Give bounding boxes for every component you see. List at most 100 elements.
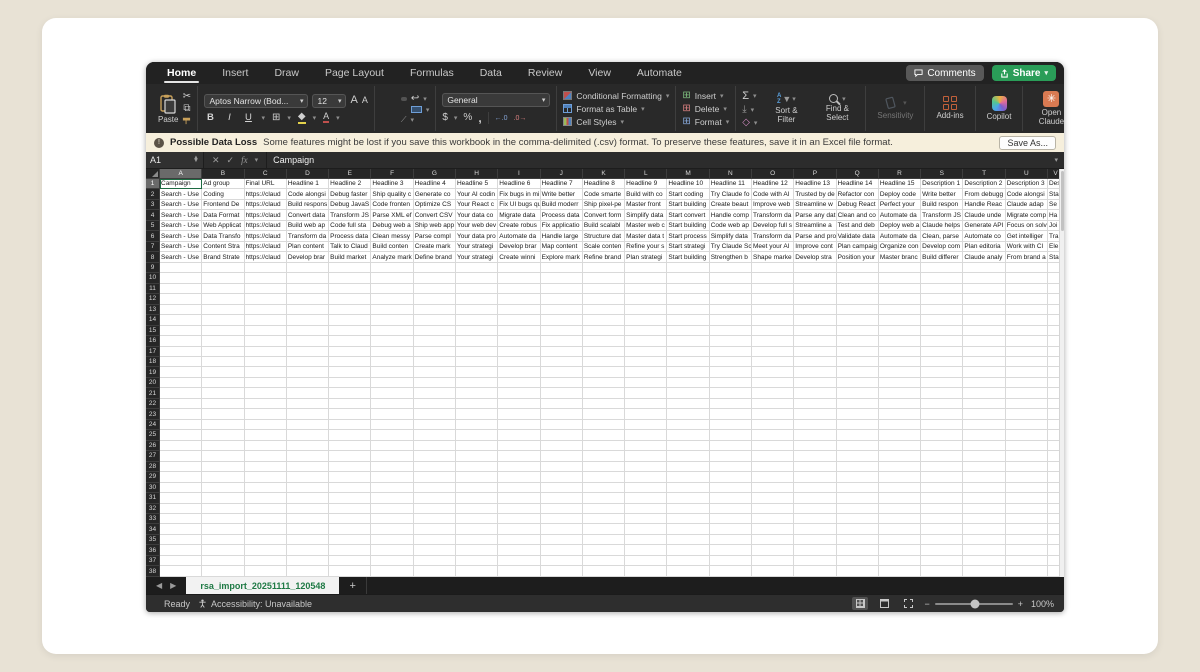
cell-N19[interactable]: [710, 367, 752, 377]
cell-L23[interactable]: [625, 409, 667, 419]
cell-E10[interactable]: [329, 273, 371, 283]
cell-P3[interactable]: Streamline w: [794, 200, 836, 210]
cell-T3[interactable]: Handle Reac: [963, 200, 1005, 210]
cell-D33[interactable]: [287, 514, 329, 524]
row-header-27[interactable]: 27: [146, 451, 160, 461]
cell-K15[interactable]: [583, 326, 625, 336]
cell-R13[interactable]: [879, 305, 921, 315]
cell-G7[interactable]: Create mark: [414, 242, 456, 252]
cell-J31[interactable]: [541, 493, 583, 503]
cell-K37[interactable]: [583, 556, 625, 566]
cell-P30[interactable]: [794, 483, 836, 493]
cell-Q11[interactable]: [837, 284, 879, 294]
cell-H7[interactable]: Your strategi: [456, 242, 498, 252]
cell-Q26[interactable]: [837, 441, 879, 451]
cell-K22[interactable]: [583, 399, 625, 409]
cell-K31[interactable]: [583, 493, 625, 503]
cell-L7[interactable]: Refine your s: [625, 242, 667, 252]
cell-M23[interactable]: [667, 409, 709, 419]
cell-T23[interactable]: [963, 409, 1005, 419]
cell-B19[interactable]: [202, 367, 244, 377]
cell-Q22[interactable]: [837, 399, 879, 409]
cell-M22[interactable]: [667, 399, 709, 409]
chevron-down-icon[interactable]: ▾: [423, 95, 427, 103]
cell-P20[interactable]: [794, 378, 836, 388]
cell-H18[interactable]: [456, 357, 498, 367]
horizontal-scrollbar[interactable]: [367, 577, 1064, 594]
cell-E15[interactable]: [329, 326, 371, 336]
cell-N8[interactable]: Strengthen b: [710, 252, 752, 262]
cell-J1[interactable]: Headline 7: [541, 179, 583, 189]
cell-E36[interactable]: [329, 545, 371, 555]
cell-J38[interactable]: [541, 566, 583, 576]
row-header-7[interactable]: 7: [146, 242, 160, 252]
cell-B38[interactable]: [202, 566, 244, 576]
cell-B37[interactable]: [202, 556, 244, 566]
cell-S22[interactable]: [921, 399, 963, 409]
cell-N5[interactable]: Code web ap: [710, 221, 752, 231]
cell-Q34[interactable]: [837, 524, 879, 534]
cell-G38[interactable]: [414, 566, 456, 576]
cell-R11[interactable]: [879, 284, 921, 294]
column-header-T[interactable]: T: [963, 169, 1005, 179]
cell-G27[interactable]: [414, 451, 456, 461]
normal-view-button[interactable]: [852, 597, 868, 610]
column-header-S[interactable]: S: [921, 169, 963, 179]
cell-B10[interactable]: [202, 273, 244, 283]
cell-U11[interactable]: [1006, 284, 1048, 294]
cell-K34[interactable]: [583, 524, 625, 534]
cell-C5[interactable]: https://claud: [245, 221, 287, 231]
cell-A38[interactable]: [160, 566, 202, 576]
cell-E18[interactable]: [329, 357, 371, 367]
cell-L30[interactable]: [625, 483, 667, 493]
cell-P24[interactable]: [794, 420, 836, 430]
cell-D14[interactable]: [287, 315, 329, 325]
cell-M24[interactable]: [667, 420, 709, 430]
cell-F35[interactable]: [371, 535, 413, 545]
cell-I15[interactable]: [498, 326, 540, 336]
page-break-view-button[interactable]: [900, 597, 916, 610]
row-header-2[interactable]: 2: [146, 189, 160, 199]
cell-B13[interactable]: [202, 305, 244, 315]
cell-H30[interactable]: [456, 483, 498, 493]
cell-D38[interactable]: [287, 566, 329, 576]
cell-G2[interactable]: Generate co: [414, 189, 456, 199]
cell-O25[interactable]: [752, 430, 794, 440]
cell-J30[interactable]: [541, 483, 583, 493]
open-claude-button[interactable]: ✳ Open Claude: [1029, 91, 1064, 127]
align-top-button[interactable]: [381, 97, 387, 101]
cell-A31[interactable]: [160, 493, 202, 503]
autosum-button[interactable]: Σ: [742, 90, 749, 102]
cell-C4[interactable]: https://claud: [245, 210, 287, 220]
cell-B34[interactable]: [202, 524, 244, 534]
cell-C31[interactable]: [245, 493, 287, 503]
cell-F33[interactable]: [371, 514, 413, 524]
cell-B12[interactable]: [202, 294, 244, 304]
cell-N18[interactable]: [710, 357, 752, 367]
cell-P34[interactable]: [794, 524, 836, 534]
row-header-11[interactable]: 11: [146, 284, 160, 294]
cell-L16[interactable]: [625, 336, 667, 346]
row-header-25[interactable]: 25: [146, 430, 160, 440]
font-name-select[interactable]: Aptos Narrow (Bod... ▾: [204, 94, 308, 108]
cell-L6[interactable]: Master data t: [625, 231, 667, 241]
cell-U7[interactable]: Work with Cl: [1006, 242, 1048, 252]
cell-Q28[interactable]: [837, 462, 879, 472]
cell-L18[interactable]: [625, 357, 667, 367]
cell-F17[interactable]: [371, 347, 413, 357]
cell-U15[interactable]: [1006, 326, 1048, 336]
column-header-L[interactable]: L: [625, 169, 667, 179]
cell-A13[interactable]: [160, 305, 202, 315]
cell-A27[interactable]: [160, 451, 202, 461]
column-header-H[interactable]: H: [456, 169, 498, 179]
cell-B21[interactable]: [202, 388, 244, 398]
cell-P18[interactable]: [794, 357, 836, 367]
cell-M1[interactable]: Headline 10: [667, 179, 709, 189]
cell-A12[interactable]: [160, 294, 202, 304]
cell-O37[interactable]: [752, 556, 794, 566]
cell-D31[interactable]: [287, 493, 329, 503]
cell-P22[interactable]: [794, 399, 836, 409]
cell-P35[interactable]: [794, 535, 836, 545]
zoom-out-button[interactable]: −: [924, 599, 929, 609]
cell-T37[interactable]: [963, 556, 1005, 566]
